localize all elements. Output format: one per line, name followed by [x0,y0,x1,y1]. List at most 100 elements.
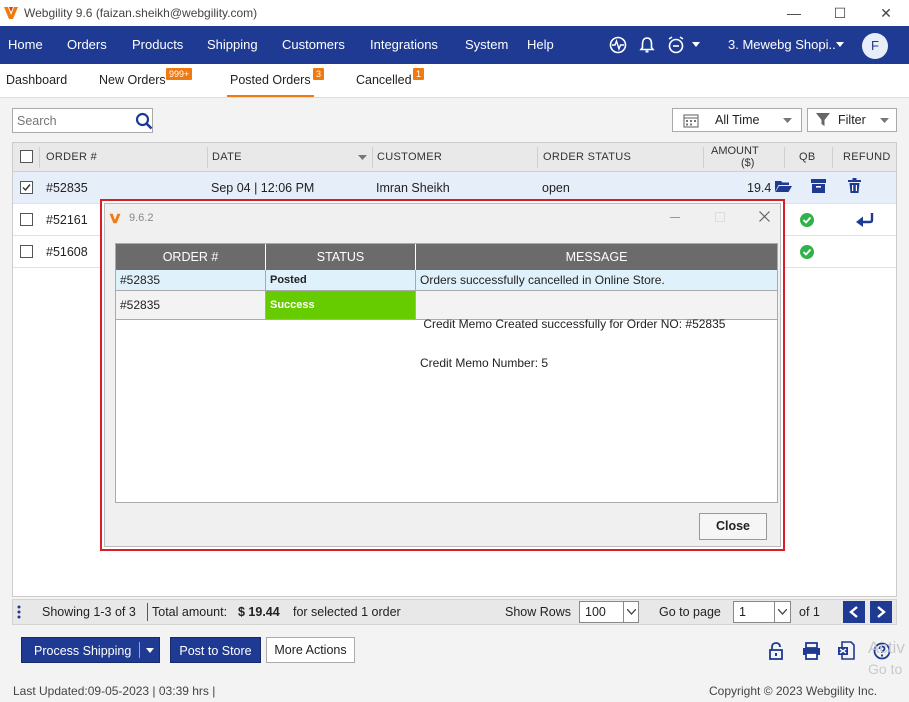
avatar[interactable]: F [862,33,888,59]
search-icon[interactable] [135,112,153,130]
total-amount-label: Total amount: [152,605,228,619]
activity-icon[interactable] [609,36,627,54]
printer-icon[interactable] [802,642,821,660]
nav-products[interactable]: Products [132,26,183,64]
trash-icon[interactable] [848,178,861,193]
time-filter-value: All Time [715,113,760,127]
col-date[interactable]: DATE [212,143,242,172]
activate-windows-line1: Activ [868,638,905,657]
filter-button[interactable]: Filter [807,108,897,132]
active-tab-indicator [227,95,314,97]
process-shipping-chevron-down-icon[interactable] [146,648,154,653]
main-nav: Home Orders Products Shipping Customers … [0,26,909,64]
showing-count: Showing 1-3 of 3 [42,605,136,619]
archive-box-icon[interactable] [811,179,826,193]
dialog-maximize-icon [715,212,725,222]
goto-page-select[interactable]: 1 [733,601,791,623]
bell-icon[interactable] [638,36,656,54]
chevron-down-icon[interactable] [692,42,700,48]
row-checkbox[interactable] [20,213,33,226]
order-number[interactable]: #51608 [46,236,88,268]
result-status-success: Success [266,291,416,320]
search-box [12,108,153,133]
store-name: 3. Mewebg Shopi.. [728,37,836,52]
close-window-icon[interactable]: ✕ [863,2,909,24]
select-all-checkbox[interactable] [20,150,33,163]
folder-open-icon[interactable] [775,179,792,193]
order-number[interactable]: #52835 [46,172,88,204]
activate-windows-line2: Go to [868,661,903,677]
result-order: #52835 [116,270,266,291]
tab-new-orders[interactable]: New Orders [99,73,166,87]
result-row: #52835 Posted Orders successfully cancel… [116,270,777,291]
order-number[interactable]: #52161 [46,204,88,236]
chevron-right-icon [877,606,886,618]
nav-home[interactable]: Home [8,26,43,64]
result-message-line2: Credit Memo Number: 5 [420,356,549,370]
unlock-icon[interactable] [769,642,783,660]
show-rows-label: Show Rows [505,605,571,619]
store-selector[interactable]: 3. Mewebg Shopi.. [728,26,836,64]
export-excel-icon[interactable] [837,641,856,660]
minimize-icon[interactable]: — [771,2,817,24]
total-pages: of 1 [799,605,820,619]
col-order-status[interactable]: ORDER STATUS [543,143,631,172]
row-checkbox[interactable] [20,245,33,258]
qb-synced-check-icon [800,213,814,227]
row-checkbox[interactable] [20,181,33,194]
dialog-close-icon[interactable] [759,211,770,222]
rows-chevron-down-icon [627,609,636,615]
close-button[interactable]: Close [699,513,767,540]
drag-handle-icon[interactable] [17,605,21,619]
process-shipping-button[interactable]: Process Shipping [21,637,160,663]
col-customer[interactable]: CUSTOMER [377,143,442,172]
sort-down-icon[interactable] [358,155,367,161]
refund-arrow-icon[interactable] [856,213,874,227]
dialog-title: 9.6.2 [129,212,154,224]
more-actions-button[interactable]: More Actions [266,637,355,663]
nav-integrations[interactable]: Integrations [370,26,438,64]
posted-orders-badge: 3 [313,68,325,80]
result-message: Credit Memo Created successfully for Ord… [416,291,777,370]
col-amount-unit: ($) [741,157,755,169]
result-message: Orders successfully cancelled in Online … [416,270,777,291]
filter-chevron-down-icon [880,118,889,123]
col-order[interactable]: ORDER # [46,143,97,172]
post-to-store-button[interactable]: Post to Store [170,637,261,663]
total-amount-value: $ 19.44 [238,605,280,619]
maximize-icon[interactable]: ☐ [817,2,863,24]
store-chevron-down-icon[interactable] [836,42,844,48]
goto-page-label: Go to page [659,605,721,619]
copyright: Copyright © 2023 Webgility Inc. [709,684,878,698]
tab-posted-orders[interactable]: Posted Orders [230,73,311,87]
more-actions-label: More Actions [274,643,347,657]
window-title: Webgility 9.6 (faizan.sheikh@webgility.c… [24,6,258,20]
qb-synced-check-icon [800,245,814,259]
dialog-minimize-icon[interactable] [670,217,680,218]
nav-help[interactable]: Help [527,26,554,64]
show-rows-value: 100 [585,605,606,619]
title-bar: Webgility 9.6 (faizan.sheikh@webgility.c… [0,0,909,26]
tab-dashboard[interactable]: Dashboard [6,73,67,87]
filter-label: Filter [838,113,866,127]
tab-cancelled[interactable]: Cancelled [356,73,412,87]
col-refund[interactable]: REFUND [843,143,891,172]
time-chevron-down-icon [783,118,792,123]
nav-customers[interactable]: Customers [282,26,345,64]
search-input[interactable] [13,109,131,132]
post-result-dialog: 9.6.2 ORDER # STATUS MESSAGE #52835 Post… [100,199,785,551]
col-amount[interactable]: AMOUNT [711,145,759,157]
post-to-store-label: Post to Store [179,644,252,658]
col-qb[interactable]: QB [799,143,816,172]
nav-system[interactable]: System [465,26,508,64]
table-header: ORDER # DATE CUSTOMER ORDER STATUS AMOUN… [13,143,896,172]
nav-shipping[interactable]: Shipping [207,26,258,64]
next-page-button[interactable] [870,601,892,623]
prev-page-button[interactable] [843,601,865,623]
result-col-order: ORDER # [116,244,266,270]
time-filter-dropdown[interactable]: All Time [672,108,802,132]
show-rows-select[interactable]: 100 [579,601,639,623]
alarm-clock-icon[interactable] [667,36,685,54]
nav-orders[interactable]: Orders [67,26,107,64]
selected-count: for selected 1 order [293,605,401,619]
